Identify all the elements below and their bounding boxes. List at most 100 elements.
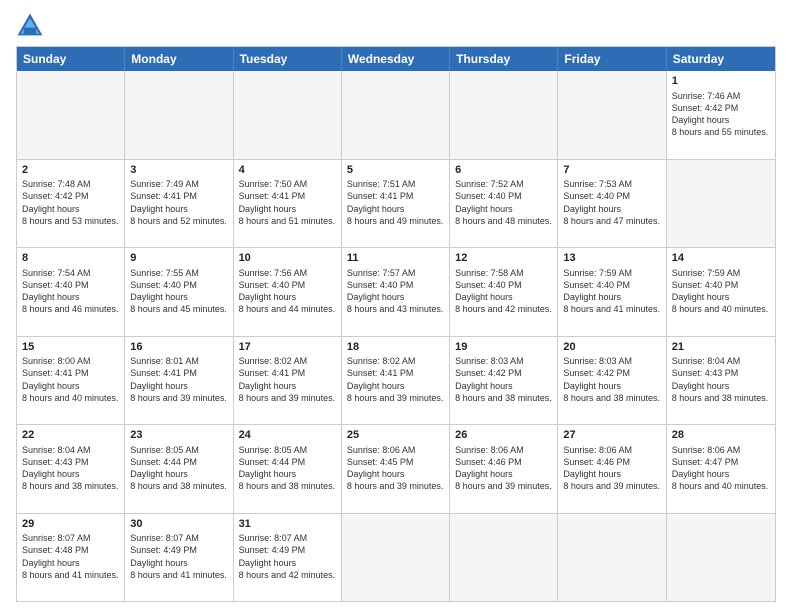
day-number: 9: [130, 251, 227, 266]
day-number: 8: [22, 251, 119, 266]
day-number: 10: [239, 251, 336, 266]
calendar-header-cell: Tuesday: [234, 47, 342, 71]
day-number: 4: [239, 163, 336, 178]
calendar-cell: [342, 514, 450, 602]
day-number: 3: [130, 163, 227, 178]
calendar-row: 1Sunrise: 7:46 AMSunset: 4:42 PMDaylight…: [17, 71, 775, 159]
calendar-cell: 12Sunrise: 7:58 AMSunset: 4:40 PMDayligh…: [450, 248, 558, 336]
calendar-cell: 29Sunrise: 8:07 AMSunset: 4:48 PMDayligh…: [17, 514, 125, 602]
calendar-cell: 4Sunrise: 7:50 AMSunset: 4:41 PMDaylight…: [234, 160, 342, 248]
day-info: Sunrise: 7:54 AMSunset: 4:40 PMDaylight …: [22, 267, 119, 316]
day-number: 28: [672, 428, 770, 443]
calendar-cell: 25Sunrise: 8:06 AMSunset: 4:45 PMDayligh…: [342, 425, 450, 513]
day-number: 11: [347, 251, 444, 266]
day-info: Sunrise: 8:04 AMSunset: 4:43 PMDaylight …: [672, 355, 770, 404]
day-info: Sunrise: 8:06 AMSunset: 4:47 PMDaylight …: [672, 444, 770, 493]
day-info: Sunrise: 7:51 AMSunset: 4:41 PMDaylight …: [347, 178, 444, 227]
calendar-cell: [234, 71, 342, 159]
day-number: 12: [455, 251, 552, 266]
day-info: Sunrise: 8:03 AMSunset: 4:42 PMDaylight …: [455, 355, 552, 404]
day-number: 14: [672, 251, 770, 266]
day-number: 18: [347, 340, 444, 355]
day-number: 17: [239, 340, 336, 355]
day-number: 1: [672, 74, 770, 89]
calendar-cell: 5Sunrise: 7:51 AMSunset: 4:41 PMDaylight…: [342, 160, 450, 248]
calendar-cell: 6Sunrise: 7:52 AMSunset: 4:40 PMDaylight…: [450, 160, 558, 248]
day-info: Sunrise: 8:06 AMSunset: 4:46 PMDaylight …: [455, 444, 552, 493]
calendar-cell: 26Sunrise: 8:06 AMSunset: 4:46 PMDayligh…: [450, 425, 558, 513]
day-number: 29: [22, 517, 119, 532]
calendar-cell: 11Sunrise: 7:57 AMSunset: 4:40 PMDayligh…: [342, 248, 450, 336]
calendar-cell: [17, 71, 125, 159]
calendar-cell: 19Sunrise: 8:03 AMSunset: 4:42 PMDayligh…: [450, 337, 558, 425]
day-number: 31: [239, 517, 336, 532]
day-number: 5: [347, 163, 444, 178]
calendar-cell: 13Sunrise: 7:59 AMSunset: 4:40 PMDayligh…: [558, 248, 666, 336]
day-info: Sunrise: 8:07 AMSunset: 4:49 PMDaylight …: [130, 532, 227, 581]
day-info: Sunrise: 7:49 AMSunset: 4:41 PMDaylight …: [130, 178, 227, 227]
calendar-header: SundayMondayTuesdayWednesdayThursdayFrid…: [17, 47, 775, 71]
calendar-cell: 10Sunrise: 7:56 AMSunset: 4:40 PMDayligh…: [234, 248, 342, 336]
calendar-header-cell: Wednesday: [342, 47, 450, 71]
day-number: 13: [563, 251, 660, 266]
calendar-cell: 28Sunrise: 8:06 AMSunset: 4:47 PMDayligh…: [667, 425, 775, 513]
day-info: Sunrise: 8:03 AMSunset: 4:42 PMDaylight …: [563, 355, 660, 404]
calendar-cell: 8Sunrise: 7:54 AMSunset: 4:40 PMDaylight…: [17, 248, 125, 336]
day-info: Sunrise: 7:59 AMSunset: 4:40 PMDaylight …: [672, 267, 770, 316]
day-number: 26: [455, 428, 552, 443]
day-info: Sunrise: 7:58 AMSunset: 4:40 PMDaylight …: [455, 267, 552, 316]
day-number: 22: [22, 428, 119, 443]
calendar-cell: 22Sunrise: 8:04 AMSunset: 4:43 PMDayligh…: [17, 425, 125, 513]
calendar-row: 15Sunrise: 8:00 AMSunset: 4:41 PMDayligh…: [17, 336, 775, 425]
day-info: Sunrise: 8:02 AMSunset: 4:41 PMDaylight …: [239, 355, 336, 404]
day-number: 24: [239, 428, 336, 443]
calendar-cell: 15Sunrise: 8:00 AMSunset: 4:41 PMDayligh…: [17, 337, 125, 425]
day-info: Sunrise: 7:55 AMSunset: 4:40 PMDaylight …: [130, 267, 227, 316]
day-info: Sunrise: 7:48 AMSunset: 4:42 PMDaylight …: [22, 178, 119, 227]
calendar-cell: 20Sunrise: 8:03 AMSunset: 4:42 PMDayligh…: [558, 337, 666, 425]
calendar-cell: 27Sunrise: 8:06 AMSunset: 4:46 PMDayligh…: [558, 425, 666, 513]
calendar-cell: 30Sunrise: 8:07 AMSunset: 4:49 PMDayligh…: [125, 514, 233, 602]
calendar-cell: [125, 71, 233, 159]
calendar-cell: 24Sunrise: 8:05 AMSunset: 4:44 PMDayligh…: [234, 425, 342, 513]
header: [16, 12, 776, 40]
calendar-cell: 23Sunrise: 8:05 AMSunset: 4:44 PMDayligh…: [125, 425, 233, 513]
day-info: Sunrise: 8:07 AMSunset: 4:48 PMDaylight …: [22, 532, 119, 581]
calendar-body: 1Sunrise: 7:46 AMSunset: 4:42 PMDaylight…: [17, 71, 775, 601]
calendar-cell: [450, 71, 558, 159]
calendar-cell: 7Sunrise: 7:53 AMSunset: 4:40 PMDaylight…: [558, 160, 666, 248]
calendar-cell: [450, 514, 558, 602]
calendar-row: 2Sunrise: 7:48 AMSunset: 4:42 PMDaylight…: [17, 159, 775, 248]
day-info: Sunrise: 7:57 AMSunset: 4:40 PMDaylight …: [347, 267, 444, 316]
calendar-header-cell: Friday: [558, 47, 666, 71]
day-info: Sunrise: 7:52 AMSunset: 4:40 PMDaylight …: [455, 178, 552, 227]
day-info: Sunrise: 8:05 AMSunset: 4:44 PMDaylight …: [130, 444, 227, 493]
day-info: Sunrise: 8:04 AMSunset: 4:43 PMDaylight …: [22, 444, 119, 493]
calendar-row: 8Sunrise: 7:54 AMSunset: 4:40 PMDaylight…: [17, 247, 775, 336]
calendar-cell: [558, 514, 666, 602]
day-number: 20: [563, 340, 660, 355]
calendar-cell: 31Sunrise: 8:07 AMSunset: 4:49 PMDayligh…: [234, 514, 342, 602]
day-info: Sunrise: 8:06 AMSunset: 4:45 PMDaylight …: [347, 444, 444, 493]
day-number: 2: [22, 163, 119, 178]
day-number: 25: [347, 428, 444, 443]
day-number: 23: [130, 428, 227, 443]
calendar-row: 22Sunrise: 8:04 AMSunset: 4:43 PMDayligh…: [17, 424, 775, 513]
day-number: 7: [563, 163, 660, 178]
calendar-cell: [667, 160, 775, 248]
logo-icon: [16, 12, 44, 40]
calendar-header-cell: Monday: [125, 47, 233, 71]
day-number: 19: [455, 340, 552, 355]
calendar-header-cell: Thursday: [450, 47, 558, 71]
calendar-cell: 2Sunrise: 7:48 AMSunset: 4:42 PMDaylight…: [17, 160, 125, 248]
calendar-header-cell: Saturday: [667, 47, 775, 71]
day-info: Sunrise: 8:05 AMSunset: 4:44 PMDaylight …: [239, 444, 336, 493]
calendar-cell: 9Sunrise: 7:55 AMSunset: 4:40 PMDaylight…: [125, 248, 233, 336]
day-number: 16: [130, 340, 227, 355]
calendar-cell: 14Sunrise: 7:59 AMSunset: 4:40 PMDayligh…: [667, 248, 775, 336]
calendar-cell: 21Sunrise: 8:04 AMSunset: 4:43 PMDayligh…: [667, 337, 775, 425]
day-info: Sunrise: 7:59 AMSunset: 4:40 PMDaylight …: [563, 267, 660, 316]
calendar-header-cell: Sunday: [17, 47, 125, 71]
page-container: SundayMondayTuesdayWednesdayThursdayFrid…: [0, 0, 792, 612]
day-info: Sunrise: 7:46 AMSunset: 4:42 PMDaylight …: [672, 90, 770, 139]
